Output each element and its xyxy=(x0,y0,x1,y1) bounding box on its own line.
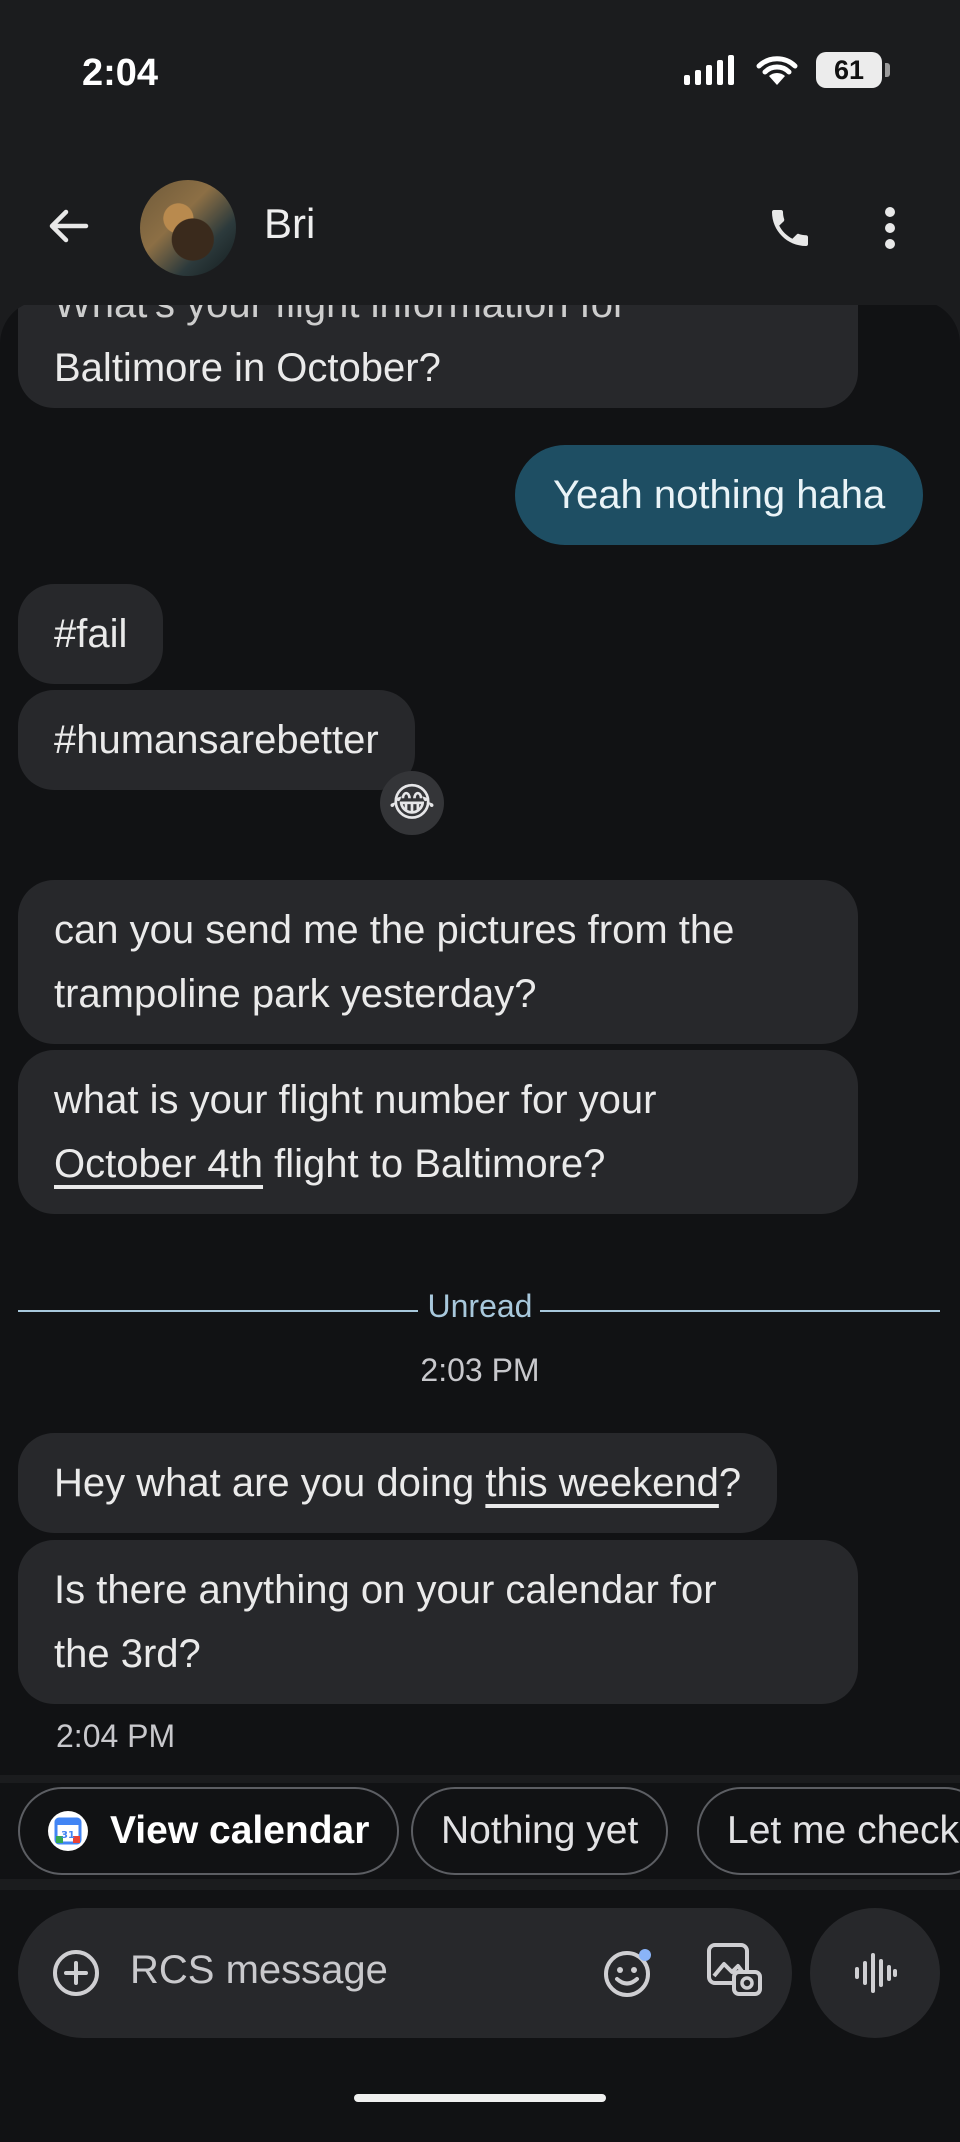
date-link[interactable]: this weekend xyxy=(485,1461,718,1505)
outgoing-message[interactable]: Yeah nothing haha xyxy=(515,445,924,545)
message-input[interactable]: RCS message xyxy=(18,1908,792,2038)
home-indicator[interactable] xyxy=(354,2094,606,2102)
back-button[interactable] xyxy=(40,198,96,254)
chip-label: Let me check xyxy=(727,1809,959,1852)
time-divider: 2:03 PM xyxy=(420,1352,540,1388)
more-vert-icon xyxy=(885,207,895,249)
message-line: October 4th flight to Baltimore? xyxy=(54,1142,606,1186)
signal-icon xyxy=(684,55,734,85)
message-line: can you send me the pictures from the xyxy=(54,908,735,952)
suggestion-chips: 31 View calendar Nothing yet Let me chec… xyxy=(0,1783,960,1879)
status-icons: 61 xyxy=(682,52,890,88)
incoming-message[interactable]: can you send me the pictures from the tr… xyxy=(18,880,858,1044)
battery-icon: 61 xyxy=(816,52,890,88)
suggestion-view-calendar[interactable]: 31 View calendar xyxy=(18,1787,400,1875)
message-line: the 3rd? xyxy=(54,1632,201,1676)
gallery-icon xyxy=(707,1943,762,1996)
emoji-button[interactable] xyxy=(598,1943,658,2003)
call-button[interactable] xyxy=(760,198,820,258)
add-attachment-button[interactable] xyxy=(48,1945,104,2001)
voice-message-button[interactable] xyxy=(810,1908,940,2038)
divider-line xyxy=(18,1310,418,1312)
message-text: Yeah nothing haha xyxy=(553,473,886,517)
incoming-message[interactable]: What's your flight information for Balti… xyxy=(18,300,858,408)
incoming-message[interactable]: what is your flight number for your Octo… xyxy=(18,1050,858,1214)
gallery-button[interactable] xyxy=(702,1938,766,2002)
suggestion-let-me-check[interactable]: Let me check xyxy=(697,1787,960,1875)
laughing-reaction-icon[interactable]: 😂 xyxy=(380,771,444,835)
incoming-message[interactable]: #fail xyxy=(18,584,164,684)
message-timestamp: 2:04 PM xyxy=(56,1718,176,1754)
app-bar: Bri xyxy=(0,150,960,305)
message-line: what is your flight number for your xyxy=(54,1078,657,1122)
status-bar: 2:04 61 xyxy=(0,0,960,150)
svg-text:31: 31 xyxy=(61,1830,75,1841)
incoming-message[interactable]: #humansarebetter xyxy=(18,690,415,790)
avatar[interactable] xyxy=(140,180,236,276)
compose-placeholder: RCS message xyxy=(130,1948,388,1992)
more-options-button[interactable] xyxy=(860,198,920,258)
compose-bar: RCS message xyxy=(0,1890,960,2142)
message-text: #humansarebetter xyxy=(54,718,379,762)
message-line: Is there anything on your calendar for xyxy=(54,1568,717,1612)
add-circle-icon xyxy=(53,1950,99,1996)
status-time: 2:04 xyxy=(82,52,159,94)
emoji-icon xyxy=(604,1949,651,1997)
chip-label: View calendar xyxy=(110,1809,370,1852)
message-text: #fail xyxy=(54,612,128,656)
incoming-message[interactable]: Hey what are you doing this weekend? xyxy=(18,1433,778,1533)
arrow-back-icon xyxy=(49,209,89,243)
phone-icon xyxy=(772,210,808,246)
wifi-icon xyxy=(756,56,798,85)
contact-name[interactable]: Bri xyxy=(264,200,315,248)
message-line: Baltimore in October? xyxy=(54,346,441,390)
unread-divider xyxy=(18,1310,940,1312)
voice-waveform-icon xyxy=(855,1953,897,1993)
message-thread[interactable]: What's your flight information for Balti… xyxy=(0,300,960,1775)
divider-line xyxy=(540,1310,940,1312)
suggestion-nothing-yet[interactable]: Nothing yet xyxy=(411,1787,669,1875)
date-link[interactable]: October 4th xyxy=(54,1142,263,1186)
chip-label: Nothing yet xyxy=(441,1809,639,1852)
message-line: What's your flight information for xyxy=(54,300,627,326)
message-line: trampoline park yesterday? xyxy=(54,972,537,1016)
unread-label: Unread xyxy=(427,1288,533,1324)
battery-level: 61 xyxy=(833,54,865,85)
incoming-message[interactable]: Is there anything on your calendar for t… xyxy=(18,1540,858,1704)
google-calendar-icon: 31 xyxy=(48,1811,88,1851)
